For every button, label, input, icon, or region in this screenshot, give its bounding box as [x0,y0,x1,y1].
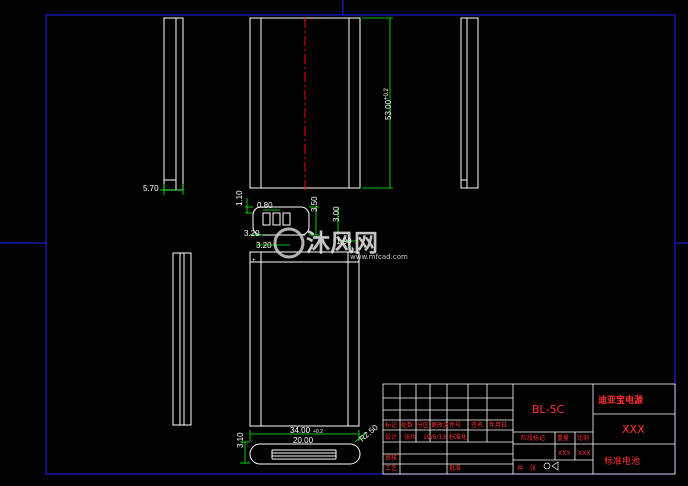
dim-label-350: 3.50 [310,196,319,212]
tb-drawing-no: XXX [622,423,645,436]
dim-label-320a: 3.20 [244,229,260,238]
tb-model: BL-5C [532,403,564,416]
dim-label-side-width: 5.70 [143,184,159,193]
dim-label-110: 1.10 [235,190,244,206]
dim-label-bottom-height: 3.10 [236,432,245,448]
tb-row-sign: 签名 [471,421,483,429]
tb-scale-val: XXX [578,450,590,457]
tb-row-std: 标准化 [449,433,467,441]
tb-row-review: 审核 [385,454,397,462]
dim-label-width-main: 34.00 [290,426,311,435]
dim-label-080: 0.80 [257,201,273,210]
tb-weight-val: XXX [558,450,570,457]
tb-drawing-name: 标准电池 [604,455,640,467]
dim-label-height-main: 53.00 [384,99,393,120]
dim-label-height-tol: +0.2 [384,87,390,100]
tb-scale-label: 比例 [577,434,589,442]
tb-row-date: 年月日 [489,421,507,429]
tb-row-mark: 标记 [385,421,397,429]
dim-label-320b: 3.20 [256,241,272,250]
tb-row-zone: 分区 [417,421,429,429]
cad-drawing-canvas: 5.70 53.00 +0.2 1.10 0.80 3.50 3.00 3.20… [0,0,688,486]
tb-row-design-name: 张兵 [404,433,416,441]
dim-label-width-tol: +0.2 [313,429,323,435]
tb-row-approve: 批准 [449,464,461,472]
tb-sheet-label: 张 [530,464,536,472]
tb-row-qty: 处数 [401,421,413,429]
marker-plus: + [252,258,256,264]
tb-sheet-total: 共 [517,464,523,472]
watermark-url: www.mfcad.com [350,253,408,261]
tb-row-design-date: 19/6/13 [423,434,446,441]
tb-row-design: 设计 [385,433,397,441]
dim-label-300: 3.00 [332,206,341,222]
tb-stage-label: 阶段标记 [521,434,545,442]
tb-company: 迪亚宝电源 [598,394,643,406]
tb-weight-label: 重量 [557,434,569,442]
tb-row-change-doc: 更改文件号 [431,421,461,429]
tb-row-process: 工艺 [385,464,397,472]
